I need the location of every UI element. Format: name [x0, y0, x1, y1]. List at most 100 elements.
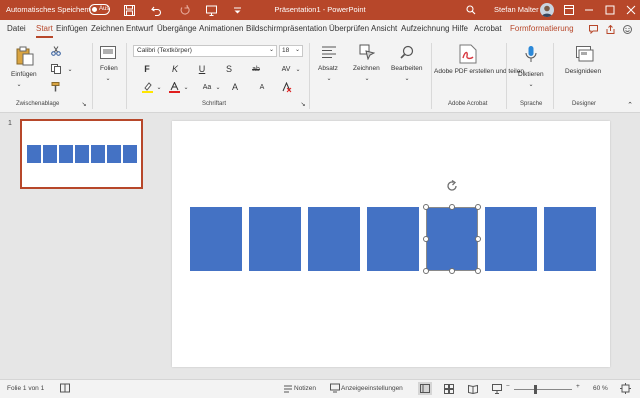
zoom-slider[interactable] — [514, 389, 572, 390]
highlight-dropdown-icon[interactable]: ⌄ — [155, 83, 163, 91]
zoom-in-button[interactable]: + — [576, 383, 580, 390]
character-spacing-button[interactable]: AV — [279, 63, 293, 75]
font-color-dropdown-icon[interactable]: ⌄ — [182, 83, 190, 91]
tab-entwurf[interactable]: Entwurf — [126, 24, 153, 33]
notes-button[interactable]: Notizen — [294, 385, 316, 392]
slides-dropdown-icon[interactable]: ⌄ — [104, 74, 112, 82]
strikethrough-button[interactable]: ab — [249, 63, 263, 75]
paste-dropdown-icon[interactable]: ⌄ — [14, 80, 24, 88]
rotate-handle-icon[interactable] — [446, 179, 458, 192]
grow-font-button[interactable]: A — [229, 81, 241, 93]
copy-dropdown-icon[interactable]: ⌄ — [66, 65, 74, 73]
resize-handle[interactable] — [423, 204, 429, 210]
tab-formformatierung[interactable]: Formformatierung — [510, 24, 574, 33]
paste-label[interactable]: Einfügen — [11, 71, 37, 78]
slide-canvas[interactable] — [172, 121, 610, 367]
close-icon[interactable] — [624, 3, 638, 17]
save-icon[interactable] — [122, 3, 136, 17]
character-spacing-dropdown-icon[interactable]: ⌄ — [294, 65, 302, 73]
slideshow-icon[interactable] — [204, 3, 218, 17]
tab-ansicht[interactable]: Ansicht — [371, 24, 397, 33]
highlight-icon[interactable] — [141, 81, 153, 93]
minimize-icon[interactable] — [582, 3, 596, 17]
maximize-icon[interactable] — [603, 3, 617, 17]
find-icon[interactable] — [397, 43, 417, 61]
resize-handle[interactable] — [423, 236, 429, 242]
reading-view-icon[interactable] — [468, 384, 478, 396]
redo-icon[interactable] — [177, 3, 191, 17]
font-size-dropdown-icon[interactable]: ⌄ — [295, 46, 300, 53]
bold-button[interactable]: F — [141, 63, 153, 75]
drawing-label[interactable]: Zeichnen — [353, 65, 380, 72]
smiley-icon[interactable] — [622, 24, 632, 34]
zoom-out-button[interactable]: − — [506, 383, 510, 390]
tab-bildschirmpraesentation[interactable]: Bildschirmpräsentation — [246, 24, 327, 33]
autosave-toggle[interactable]: Aus — [89, 4, 110, 15]
ribbon-display-icon[interactable] — [562, 3, 576, 17]
normal-view-icon[interactable] — [418, 382, 432, 395]
copy-icon[interactable] — [50, 63, 62, 75]
resize-handle[interactable] — [423, 268, 429, 274]
rectangle-shape[interactable] — [367, 207, 419, 271]
tab-animationen[interactable]: Animationen — [199, 24, 243, 33]
presenter-view-icon[interactable] — [492, 384, 502, 396]
collapse-ribbon-icon[interactable]: ⌃ — [626, 101, 634, 109]
customize-toolbar-icon[interactable] — [230, 3, 244, 17]
clipboard-launcher-icon[interactable]: ↘ — [80, 100, 88, 108]
rectangle-shape-selected[interactable] — [426, 207, 478, 271]
cut-icon[interactable] — [50, 45, 62, 57]
new-slide-icon[interactable] — [98, 43, 118, 61]
tab-aufzeichnung[interactable]: Aufzeichnung — [401, 24, 449, 33]
rectangle-shape[interactable] — [308, 207, 360, 271]
design-ideas-icon[interactable] — [574, 43, 596, 65]
paragraph-label[interactable]: Absatz — [318, 65, 338, 72]
zoom-slider-thumb[interactable] — [534, 385, 537, 394]
paste-icon[interactable] — [14, 45, 36, 67]
tab-einfuegen[interactable]: Einfügen — [56, 24, 88, 33]
editing-dropdown-icon[interactable]: ⌄ — [403, 74, 411, 82]
fit-slide-icon[interactable] — [620, 383, 631, 396]
shrink-font-button[interactable]: A — [256, 81, 268, 93]
editing-label[interactable]: Bearbeiten — [391, 65, 422, 72]
comments-icon[interactable] — [588, 24, 598, 34]
notes-icon[interactable] — [283, 383, 293, 395]
format-painter-icon[interactable] — [50, 81, 62, 93]
display-settings-button[interactable]: Anzeigeeinstellungen — [341, 385, 403, 392]
paragraph-icon[interactable] — [319, 43, 339, 61]
shapes-icon[interactable] — [357, 43, 377, 61]
design-ideas-label[interactable]: Designideen — [565, 68, 601, 75]
display-settings-icon[interactable] — [330, 383, 340, 395]
undo-icon[interactable] — [149, 3, 163, 17]
text-shadow-button[interactable]: S — [223, 63, 235, 75]
font-size-input[interactable]: 18 ⌄ — [279, 45, 303, 57]
dictate-icon[interactable] — [522, 43, 540, 65]
tab-uebergaenge[interactable]: Übergänge — [157, 24, 197, 33]
zoom-level[interactable]: 60 % — [593, 385, 608, 392]
font-launcher-icon[interactable]: ↘ — [299, 100, 307, 108]
font-color-icon[interactable] — [168, 81, 180, 93]
tab-ueberpruefen[interactable]: Überprüfen — [329, 24, 369, 33]
accessibility-icon[interactable] — [60, 383, 70, 395]
tab-hilfe[interactable]: Hilfe — [452, 24, 468, 33]
rectangle-shape[interactable] — [485, 207, 537, 271]
avatar[interactable] — [540, 3, 554, 17]
change-case-button[interactable]: Aa — [200, 81, 214, 93]
share-icon[interactable] — [605, 24, 615, 34]
font-name-dropdown-icon[interactable]: ⌄ — [269, 46, 274, 53]
dictate-dropdown-icon[interactable]: ⌄ — [527, 80, 535, 88]
resize-handle[interactable] — [449, 204, 455, 210]
slide-thumbnail[interactable] — [20, 119, 143, 189]
resize-handle[interactable] — [475, 268, 481, 274]
adobe-pdf-icon[interactable] — [456, 43, 480, 65]
dictate-label[interactable]: Diktieren — [518, 71, 544, 78]
adobe-pdf-label[interactable]: Adobe PDF erstellen und teilen — [434, 68, 524, 76]
slides-label[interactable]: Folien — [100, 65, 118, 72]
italic-button[interactable]: K — [169, 63, 181, 75]
resize-handle[interactable] — [475, 204, 481, 210]
resize-handle[interactable] — [475, 236, 481, 242]
tab-start[interactable]: Start — [36, 24, 53, 38]
change-case-dropdown-icon[interactable]: ⌄ — [214, 83, 222, 91]
tab-acrobat[interactable]: Acrobat — [474, 24, 502, 33]
rectangle-shape[interactable] — [544, 207, 596, 271]
search-icon[interactable] — [464, 3, 478, 17]
